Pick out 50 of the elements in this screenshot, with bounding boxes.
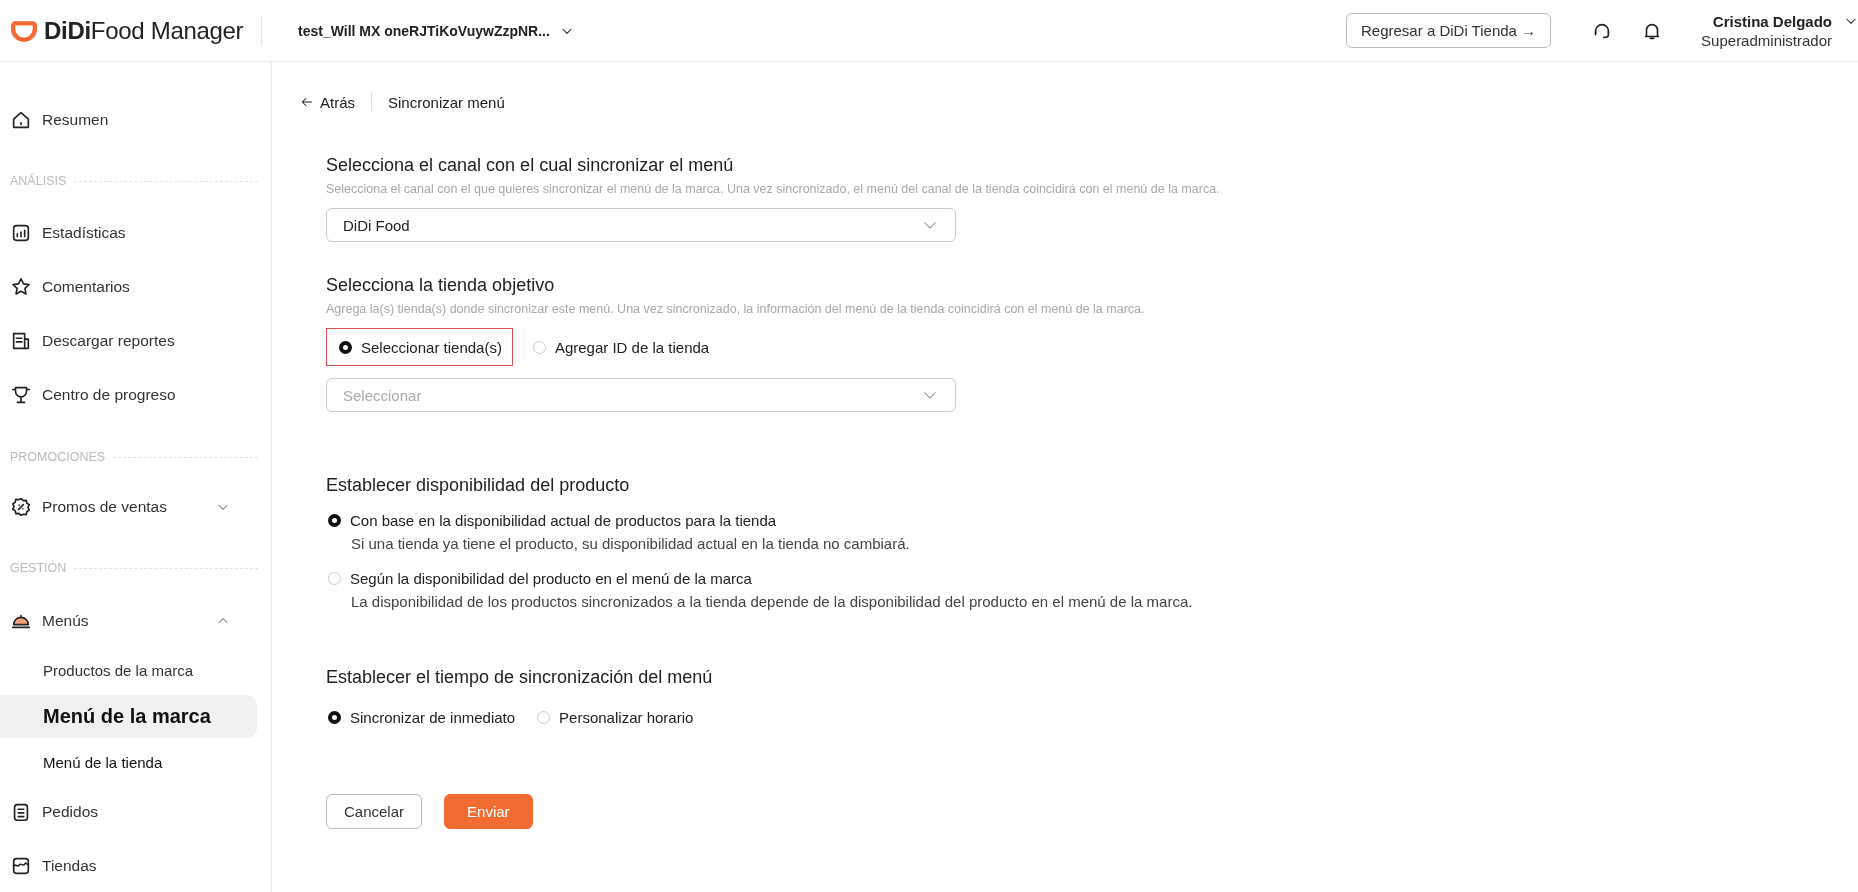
radio-option[interactable]: Sincronizar de inmediato	[326, 702, 518, 732]
section-description: Selecciona el canal con el que quieres sincronizar el menú de la marca. Una vez sincronizado, el menú del canal de la tienda coincidirá con el menú de la marca.	[326, 182, 1221, 196]
logo-icon	[10, 18, 38, 43]
back-link[interactable]: Atrás	[300, 93, 372, 111]
radio-option[interactable]: Personalizar horario	[535, 702, 696, 732]
radio-option[interactable]: Agregar ID de la tienda	[530, 332, 712, 362]
radio-button[interactable]	[339, 340, 352, 354]
option-description: La disponibilidad de los productos sincronizados a la tienda depende de la disponibilidad del producto en el menú de la marca.	[350, 593, 1194, 610]
sidebar-subitem[interactable]: Menú de la marca	[0, 695, 257, 738]
sidebar-item[interactable]: Descargar reportes	[0, 314, 258, 368]
radio-button[interactable]	[328, 710, 341, 724]
sidebar-item[interactable]: Centro de progreso	[0, 368, 258, 422]
option-description: Si una tienda ya tiene el producto, su disponibilidad actual en la tienda no cambiará.	[350, 535, 911, 552]
sidebar-item[interactable]: Resumen	[0, 93, 258, 147]
section-description: Agrega la(s) tienda(s) donde sincronizar este menú. Una vez sincronizado, la información del menú de la tienda coincidirá con el menú de la marca.	[326, 302, 1146, 316]
sidebar-item[interactable]: Menús	[0, 595, 258, 647]
sidebar-item[interactable]: Tiendas	[0, 839, 258, 892]
user-role: Superadministrador	[1701, 31, 1832, 49]
trophy-icon	[10, 384, 32, 406]
store-icon	[10, 855, 32, 877]
chart-icon	[10, 222, 32, 244]
section-title: Establecer el tiempo de sincronización del menú	[326, 666, 714, 689]
sidebar-item[interactable]: Estadísticas	[0, 206, 258, 260]
radio-button[interactable]	[328, 514, 341, 527]
document-icon	[10, 330, 32, 352]
section-label: ANÁLISIS	[10, 174, 67, 188]
sidebar-item[interactable]: Pedidos	[0, 785, 258, 839]
store-selector[interactable]: test_Will MX oneRJTiKoVuywZzpNR...	[298, 22, 574, 39]
return-button[interactable]: Regresar a DiDi Tienda →	[1346, 13, 1552, 48]
sidebar-subitem[interactable]: Productos de la marca	[0, 647, 257, 693]
star-icon	[10, 276, 32, 298]
section-title: Selecciona la tienda objetivo	[326, 274, 556, 297]
radio-option[interactable]: Según la disponibilidad del producto en el menú de la marca	[326, 569, 1346, 588]
user-name: Cristina Delgado	[1712, 12, 1832, 30]
dropdown-field[interactable]: DiDi Food	[326, 208, 956, 242]
sidebar-item[interactable]: Comentarios	[0, 260, 258, 314]
section-title: Selecciona el canal con el cual sincronizar el menú	[326, 154, 735, 177]
discount-icon	[10, 496, 32, 518]
sidebar-subitem[interactable]: Menú de la tienda	[0, 739, 257, 785]
radio-option[interactable]: Con base en la disponibilidad actual de productos para la tienda	[326, 511, 1346, 530]
app-logo: DiDiFood Manager	[44, 16, 244, 45]
home-icon	[10, 109, 32, 131]
section-title: Establecer disponibilidad del producto	[326, 474, 631, 497]
section-label: PROMOCIONES	[10, 450, 106, 464]
radio-option[interactable]: Seleccionar tienda(s)	[326, 328, 513, 366]
section-label: GESTIÓN	[10, 561, 67, 575]
cancel-button[interactable]: Cancelar	[326, 794, 423, 829]
arrow-left-icon	[300, 95, 314, 109]
sidebar-item[interactable]: Promos de ventas	[0, 480, 258, 534]
page-title: Sincronizar menú	[387, 93, 505, 111]
